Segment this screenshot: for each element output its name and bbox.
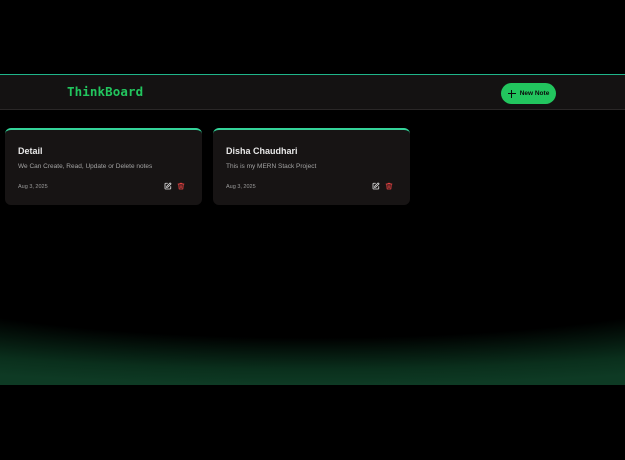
navbar: ThinkBoard New Note xyxy=(0,74,625,110)
note-card[interactable]: Detail We Can Create, Read, Update or De… xyxy=(5,128,202,205)
new-note-button-label: New Note xyxy=(519,90,550,97)
background-glow xyxy=(0,280,625,385)
note-date: Aug 3, 2025 xyxy=(226,184,256,190)
page: ThinkBoard New Note Detail We Can Create… xyxy=(0,0,625,460)
trash-icon[interactable] xyxy=(385,182,393,190)
note-card[interactable]: Disha Chaudhari This is my MERN Stack Pr… xyxy=(213,128,410,205)
plus-icon xyxy=(507,89,516,98)
app-logo[interactable]: ThinkBoard xyxy=(67,84,143,99)
edit-icon[interactable] xyxy=(372,182,380,190)
note-date: Aug 3, 2025 xyxy=(18,184,48,190)
note-title: Detail xyxy=(18,146,43,156)
edit-icon[interactable] xyxy=(164,182,172,190)
note-content: We Can Create, Read, Update or Delete no… xyxy=(18,163,153,170)
new-note-button[interactable]: New Note xyxy=(501,83,556,104)
note-content: This is my MERN Stack Project xyxy=(226,163,317,170)
trash-icon[interactable] xyxy=(177,182,185,190)
note-title: Disha Chaudhari xyxy=(226,146,298,156)
